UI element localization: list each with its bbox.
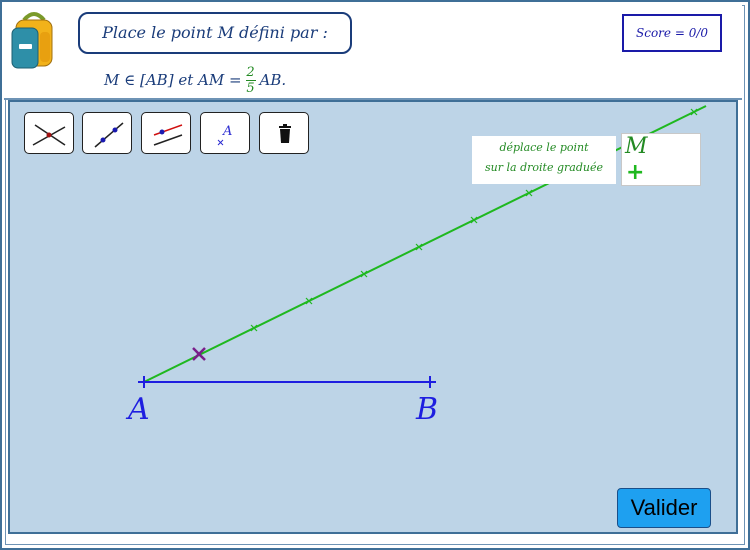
named-point-tool-icon: A bbox=[217, 124, 232, 146]
hint-box: déplace le point sur la droite graduée bbox=[472, 136, 616, 184]
parallel-line-tool-icon bbox=[153, 124, 183, 146]
hint-line-2: sur la droite graduée bbox=[485, 161, 603, 174]
point-m-label: M bbox=[625, 134, 648, 159]
score-display: Score = 0/0 bbox=[622, 14, 722, 52]
endpoint-b-marker bbox=[424, 376, 436, 388]
point-b-label: B bbox=[416, 392, 439, 427]
formula-prefix: M ∈ [AB] et AM = bbox=[104, 71, 242, 89]
fraction: 2 5 bbox=[245, 64, 256, 96]
delete-tool-button[interactable] bbox=[259, 112, 309, 154]
trash-icon bbox=[279, 124, 291, 143]
formula-suffix: AB. bbox=[259, 71, 287, 89]
validate-button[interactable]: Valider bbox=[617, 488, 711, 528]
drag-handle-icon[interactable]: + bbox=[626, 162, 644, 184]
instruction-box: Place le point M défini par : bbox=[78, 12, 352, 54]
named-point-tool-label: A bbox=[222, 124, 232, 139]
endpoint-a-marker bbox=[138, 376, 150, 388]
fraction-denominator: 5 bbox=[246, 80, 255, 96]
point-a-label: A bbox=[128, 392, 150, 427]
header: Place le point M défini par : M ∈ [AB] e… bbox=[4, 4, 742, 100]
named-point-tool-button[interactable]: A bbox=[200, 112, 250, 154]
point-on-line-tool-icon bbox=[94, 122, 124, 148]
draggable-point-m[interactable]: M + bbox=[621, 133, 701, 186]
intersection-tool-button[interactable] bbox=[24, 112, 74, 154]
intersection-tool-icon bbox=[32, 124, 66, 146]
hint-line-1: déplace le point bbox=[499, 141, 589, 154]
backpack-icon bbox=[11, 12, 53, 69]
geometry-workspace[interactable]: A B A déplace le point sur la droite gra… bbox=[8, 100, 738, 534]
formula: M ∈ [AB] et AM = 2 5 AB. bbox=[104, 60, 286, 100]
fraction-numerator: 2 bbox=[246, 64, 255, 80]
parallel-line-tool-button[interactable] bbox=[141, 112, 191, 154]
point-on-line-tool-button[interactable] bbox=[82, 112, 132, 154]
